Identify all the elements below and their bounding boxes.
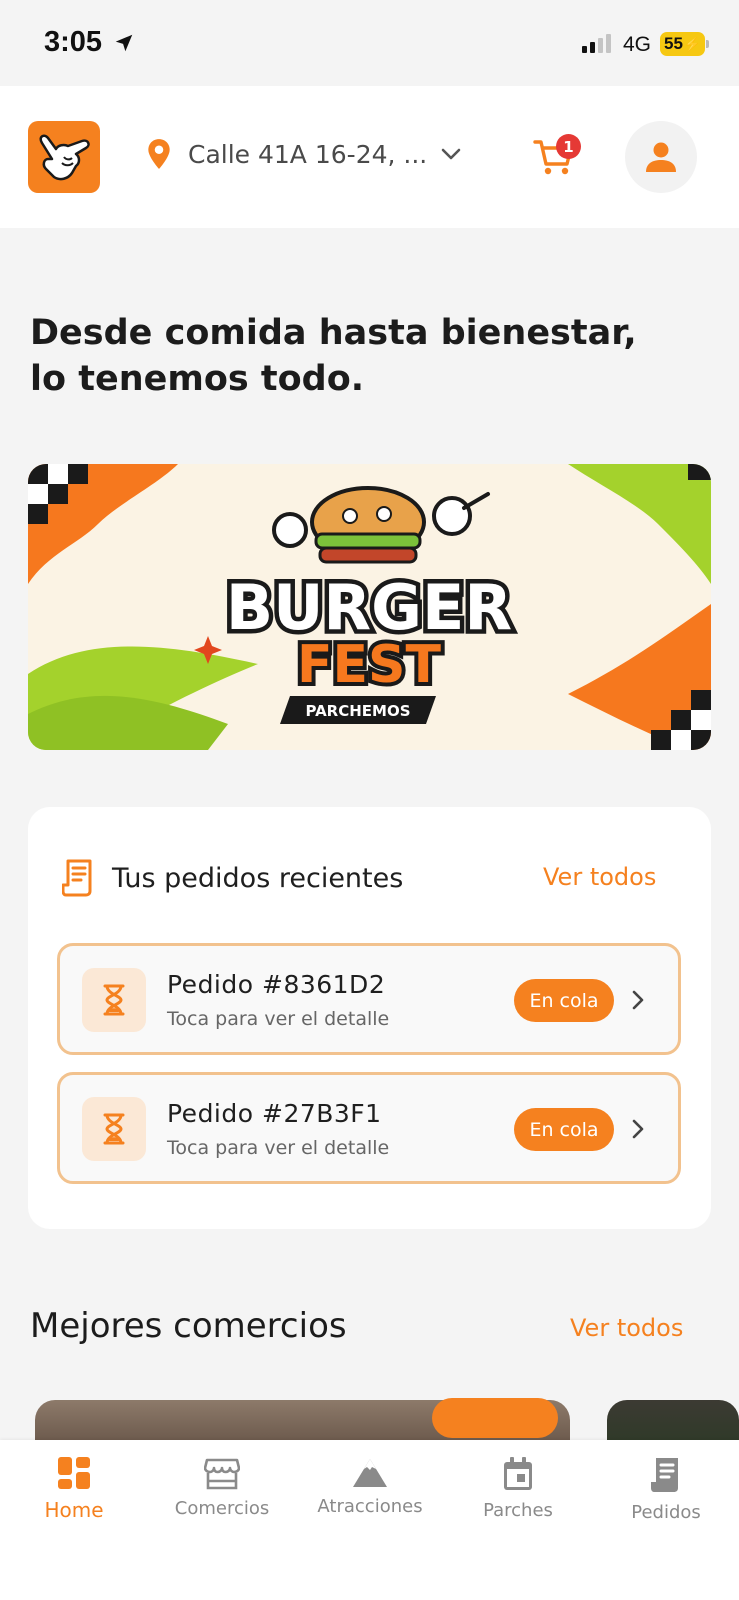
recent-orders-header: Tus pedidos recientes bbox=[62, 859, 403, 897]
order-subtitle: Toca para ver el detalle bbox=[167, 1137, 390, 1159]
orders-see-all-link[interactable]: Ver todos bbox=[543, 863, 656, 891]
shop-distance-badge bbox=[432, 1398, 558, 1438]
chevron-down-icon bbox=[441, 148, 461, 160]
bottom-nav: Home Comercios Atracciones Parches Pedid… bbox=[0, 1440, 739, 1600]
shaka-hand-icon bbox=[39, 134, 90, 181]
user-icon bbox=[646, 142, 676, 172]
recent-orders-card: Tus pedidos recientes Ver todos Pedido #… bbox=[28, 807, 711, 1229]
recent-orders-title: Tus pedidos recientes bbox=[112, 862, 404, 894]
banner-title-burger: BURGER bbox=[226, 571, 512, 644]
headline-line-1: Desde comida hasta bienestar, bbox=[30, 313, 637, 353]
battery-icon: 55 ⚡ bbox=[660, 32, 705, 56]
network-label: 4G bbox=[623, 33, 652, 56]
status-time: 3:05 bbox=[44, 26, 103, 58]
chevron-right-icon bbox=[632, 990, 644, 1010]
nav-label: Atracciones bbox=[317, 1496, 423, 1517]
promo-banner[interactable]: BURGER FEST PARCHEMOS bbox=[28, 464, 711, 750]
hourglass-icon bbox=[103, 984, 125, 1016]
chevron-right-icon bbox=[632, 1119, 644, 1139]
order-row[interactable]: Pedido #27B3F1 Toca para ver el detalle … bbox=[57, 1072, 681, 1184]
calendar-icon bbox=[504, 1457, 532, 1490]
nav-pedidos[interactable]: Pedidos bbox=[592, 1456, 739, 1523]
order-status-badge: En cola bbox=[514, 1108, 614, 1151]
headline-line-2: lo tenemos todo. bbox=[30, 359, 365, 399]
order-subtitle: Toca para ver el detalle bbox=[167, 1008, 390, 1030]
nav-label: Pedidos bbox=[631, 1502, 701, 1523]
grid-icon bbox=[58, 1457, 90, 1489]
nav-comercios[interactable]: Comercios bbox=[148, 1456, 296, 1519]
order-id: Pedido #27B3F1 bbox=[167, 1099, 382, 1128]
nav-label: Parches bbox=[483, 1500, 553, 1521]
receipt-icon bbox=[651, 1458, 678, 1492]
order-status-icon bbox=[82, 968, 146, 1032]
banner-artwork: BURGER FEST PARCHEMOS bbox=[28, 464, 711, 750]
banner-title-fest: FEST bbox=[297, 635, 441, 695]
location-arrow-icon bbox=[115, 34, 133, 52]
nav-label: Comercios bbox=[174, 1498, 270, 1519]
address-selector[interactable]: Calle 41A 16-24, ... bbox=[146, 138, 461, 170]
order-status-icon bbox=[82, 1097, 146, 1161]
address-text: Calle 41A 16-24, ... bbox=[188, 139, 428, 169]
receipt-icon bbox=[62, 859, 92, 897]
order-row[interactable]: Pedido #8361D2 Toca para ver el detalle … bbox=[57, 943, 681, 1055]
nav-label: Home bbox=[44, 1498, 104, 1522]
store-icon bbox=[204, 1458, 240, 1490]
cart-count-badge: 1 bbox=[556, 134, 581, 159]
shops-see-all-link[interactable]: Ver todos bbox=[570, 1314, 683, 1342]
mountain-icon bbox=[353, 1459, 387, 1487]
banner-tag: PARCHEMOS bbox=[305, 702, 410, 720]
battery-level: 55 bbox=[664, 34, 683, 53]
location-pin-icon bbox=[148, 139, 170, 169]
nav-home[interactable]: Home bbox=[0, 1456, 148, 1522]
order-id: Pedido #8361D2 bbox=[167, 970, 386, 999]
nav-parches[interactable]: Parches bbox=[444, 1456, 592, 1521]
order-status-badge: En cola bbox=[514, 979, 614, 1022]
app-header: Calle 41A 16-24, ... 1 bbox=[0, 86, 739, 228]
hourglass-icon bbox=[103, 1113, 125, 1145]
best-shops-title: Mejores comercios bbox=[30, 1306, 347, 1346]
app-logo[interactable] bbox=[28, 121, 100, 193]
signal-icon bbox=[582, 34, 611, 53]
headline: Desde comida hasta bienestar, lo tenemos… bbox=[30, 310, 710, 402]
nav-atracciones[interactable]: Atracciones bbox=[296, 1456, 444, 1517]
status-bar: 3:05 4G 55 ⚡ bbox=[0, 0, 739, 86]
profile-button[interactable] bbox=[625, 121, 697, 193]
